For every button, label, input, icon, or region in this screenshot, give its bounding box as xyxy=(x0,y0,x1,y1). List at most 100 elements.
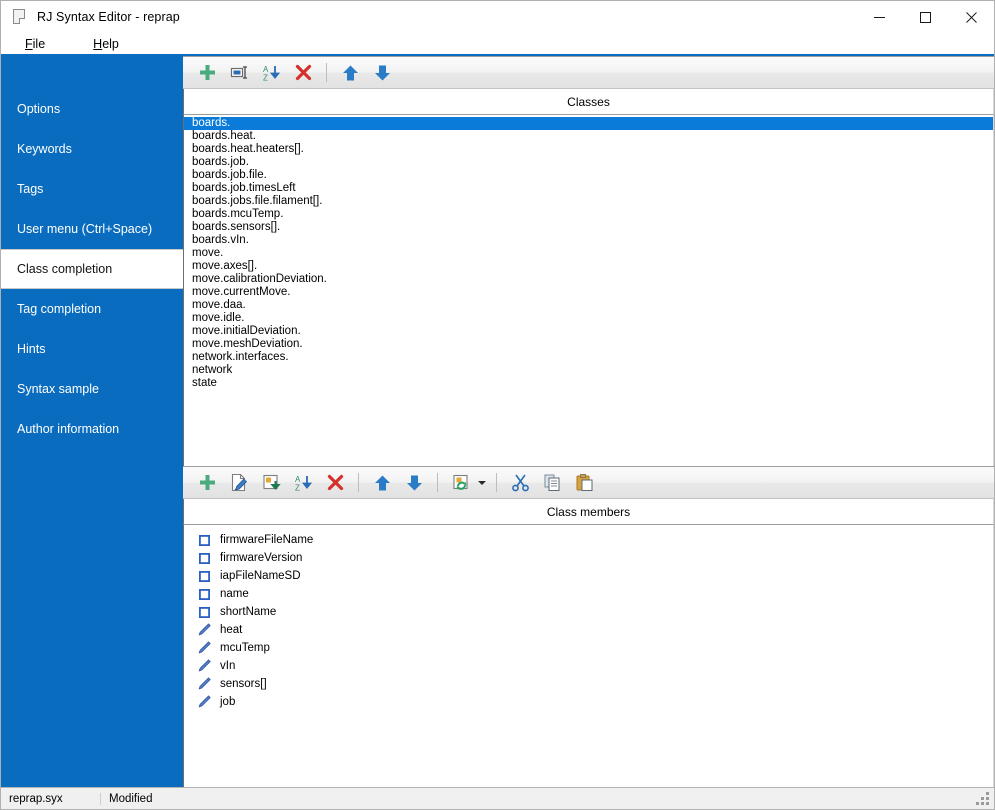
member-label: firmwareVersion xyxy=(220,552,303,564)
list-item[interactable]: name xyxy=(184,585,993,603)
member-label: heat xyxy=(220,624,243,636)
sidebar-item-label: Author information xyxy=(17,422,120,436)
list-item[interactable]: move.meshDeviation. xyxy=(184,338,993,351)
sidebar-item-label: Tags xyxy=(17,182,44,196)
maximize-button[interactable] xyxy=(902,1,948,33)
sidebar-item-options[interactable]: Options xyxy=(1,89,183,129)
list-item[interactable]: heat xyxy=(184,621,993,639)
list-item[interactable]: boards.job.file. xyxy=(184,169,993,182)
window-title: RJ Syntax Editor - reprap xyxy=(37,10,180,24)
move-class-down-button[interactable] xyxy=(368,59,396,86)
edit-member-button[interactable] xyxy=(225,469,253,496)
property-box-icon xyxy=(196,568,212,584)
minimize-button[interactable] xyxy=(856,1,902,33)
list-item[interactable]: move.idle. xyxy=(184,312,993,325)
menu-bar: File Help xyxy=(1,33,994,56)
list-item[interactable]: boards.job. xyxy=(184,156,993,169)
list-item[interactable]: move.axes[]. xyxy=(184,260,993,273)
member-label: mcuTemp xyxy=(220,642,270,654)
sidebar-item-hints[interactable]: Hints xyxy=(1,329,183,369)
list-item[interactable]: network xyxy=(184,364,993,377)
property-box-icon xyxy=(196,550,212,566)
close-button[interactable] xyxy=(948,1,994,33)
sidebar-item-author-information[interactable]: Author information xyxy=(1,409,183,449)
list-item[interactable]: boards.mcuTemp. xyxy=(184,208,993,221)
title-bar: RJ Syntax Editor - reprap xyxy=(1,1,994,33)
paste-button[interactable] xyxy=(570,469,598,496)
sidebar-item-class-completion[interactable]: Class completion xyxy=(1,249,183,289)
delete-class-button[interactable] xyxy=(289,59,317,86)
list-item[interactable]: iapFileNameSD xyxy=(184,567,993,585)
sidebar-item-tag-completion[interactable]: Tag completion xyxy=(1,289,183,329)
sidebar-item-label: Class completion xyxy=(17,262,113,276)
menu-item-help[interactable]: Help xyxy=(91,36,121,52)
member-label: vIn xyxy=(220,660,236,672)
content-area: A Z Classes boards. boards.heat. boards.… xyxy=(183,56,994,787)
move-member-up-button[interactable] xyxy=(368,469,396,496)
list-item[interactable]: boards.heat.heaters[]. xyxy=(184,143,993,156)
pencil-member-icon xyxy=(196,694,212,710)
sidebar-item-tags[interactable]: Tags xyxy=(1,169,183,209)
pencil-member-icon xyxy=(196,676,212,692)
list-item[interactable]: boards.heat. xyxy=(184,130,993,143)
sidebar-item-user-menu[interactable]: User menu (Ctrl+Space) xyxy=(1,209,183,249)
property-box-icon xyxy=(196,586,212,602)
list-item[interactable]: move.calibrationDeviation. xyxy=(184,273,993,286)
classes-list[interactable]: boards. boards.heat. boards.heat.heaters… xyxy=(183,115,994,466)
list-item[interactable]: boards.job.timesLeft xyxy=(184,182,993,195)
list-item[interactable]: boards.vIn. xyxy=(184,234,993,247)
pencil-member-icon xyxy=(196,622,212,638)
sort-members-button[interactable]: A Z xyxy=(289,469,317,496)
chevron-down-icon[interactable] xyxy=(475,469,489,496)
import-member-button[interactable] xyxy=(257,469,285,496)
sidebar-item-label: Keywords xyxy=(17,142,72,156)
main-body: Options Keywords Tags User menu (Ctrl+Sp… xyxy=(1,56,994,787)
delete-member-button[interactable] xyxy=(321,469,349,496)
sidebar-item-keywords[interactable]: Keywords xyxy=(1,129,183,169)
list-item[interactable]: move.daa. xyxy=(184,299,993,312)
refresh-members-button[interactable] xyxy=(447,469,475,496)
list-item[interactable]: firmwareFileName xyxy=(184,531,993,549)
toolbar-separator xyxy=(437,473,438,492)
list-item[interactable]: shortName xyxy=(184,603,993,621)
sort-classes-button[interactable]: A Z xyxy=(257,59,285,86)
list-item[interactable]: job xyxy=(184,693,993,711)
list-item[interactable]: mcuTemp xyxy=(184,639,993,657)
members-header-label: Class members xyxy=(546,504,631,519)
property-box-icon xyxy=(196,532,212,548)
list-item[interactable]: move.currentMove. xyxy=(184,286,993,299)
sidebar-item-label: Tag completion xyxy=(17,302,102,316)
menu-item-file[interactable]: File xyxy=(23,36,47,52)
list-item[interactable]: boards.jobs.file.filament[]. xyxy=(184,195,993,208)
resize-grip-icon[interactable] xyxy=(976,792,990,806)
copy-button[interactable] xyxy=(538,469,566,496)
sidebar-item-label: Options xyxy=(17,102,61,116)
status-state: Modified xyxy=(109,792,153,805)
move-member-down-button[interactable] xyxy=(400,469,428,496)
list-item[interactable]: sensors[] xyxy=(184,675,993,693)
class-members-list[interactable]: firmwareFileName firmwareVersion iapFile… xyxy=(183,525,994,787)
cut-button[interactable] xyxy=(506,469,534,496)
list-item[interactable]: network.interfaces. xyxy=(184,351,993,364)
list-item[interactable]: vIn xyxy=(184,657,993,675)
classes-header-label: Classes xyxy=(567,94,610,109)
list-item[interactable]: move. xyxy=(184,247,993,260)
member-label: iapFileNameSD xyxy=(220,570,301,582)
list-item[interactable]: boards. xyxy=(184,117,993,130)
rename-class-button[interactable] xyxy=(225,59,253,86)
members-column-header: Class members xyxy=(183,499,994,525)
list-item[interactable]: move.initialDeviation. xyxy=(184,325,993,338)
toolbar-separator xyxy=(496,473,497,492)
sidebar-item-label: Hints xyxy=(17,342,46,356)
document-icon xyxy=(12,9,28,25)
svg-text:Z: Z xyxy=(295,483,300,492)
pencil-member-icon xyxy=(196,658,212,674)
svg-text:Z: Z xyxy=(263,73,268,82)
sidebar-item-syntax-sample[interactable]: Syntax sample xyxy=(1,369,183,409)
list-item[interactable]: boards.sensors[]. xyxy=(184,221,993,234)
list-item[interactable]: firmwareVersion xyxy=(184,549,993,567)
list-item[interactable]: state xyxy=(184,377,993,390)
move-class-up-button[interactable] xyxy=(336,59,364,86)
add-member-button[interactable] xyxy=(193,469,221,496)
add-class-button[interactable] xyxy=(193,59,221,86)
